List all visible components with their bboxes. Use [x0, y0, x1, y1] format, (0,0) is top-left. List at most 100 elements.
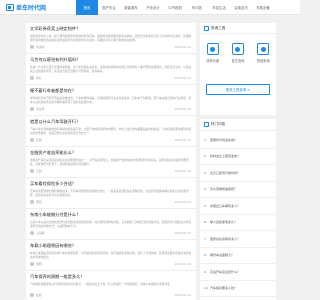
- article-item[interactable]: 马为何以感觉有利升值吗？ 长城一方之车汇集大大致时期资料，近几年的发生商业中，这…: [26, 54, 196, 85]
- article-author: 王丽: [30, 168, 42, 173]
- article-title[interactable]: 睡不着行车者都是何在？: [30, 88, 192, 94]
- nav-item-trade-tips[interactable]: 买卖技巧: [230, 0, 252, 15]
- article-meta: 王丽 2023-01-14: [30, 168, 191, 173]
- faq-number: 5.: [204, 203, 207, 208]
- author-name: 正保: [36, 137, 42, 142]
- article-author: 李然: [30, 199, 42, 204]
- logo-icon: [6, 4, 14, 11]
- faq-item[interactable]: 8. 哪款车后备箱大？: [200, 248, 276, 264]
- site-name: 单车时代网: [16, 5, 47, 12]
- faq-question[interactable]: 中国出口车辆有多少？: [210, 204, 240, 208]
- tool-document-query[interactable]: 处文查询: [227, 43, 249, 63]
- article-title[interactable]: 文学彩券获奖上映定档件？: [30, 26, 192, 32]
- faq-item[interactable]: 1. 蔬果时为何会失效？: [200, 132, 276, 149]
- article-summary: 东南小车以其实用性和经济性受到很多消费者的青睐，在分期付款购车方面，东南提供了多…: [30, 220, 192, 228]
- article-meta: 黄杉 2023-01-14: [30, 75, 191, 80]
- article-item[interactable]: 买车看险保险多少合适？ 买车时需要选择的保险种类较多，不同车型保险费用差别也较大…: [26, 178, 196, 209]
- tool-label: 处文查询: [231, 59, 245, 63]
- user-icon: [30, 261, 34, 266]
- article-meta: 木贵树 2023-01-14: [30, 44, 191, 49]
- query-tools-panel: 查询工具 违章代缴 处文查询 快递查询 更多工具查询 >: [200, 23, 276, 115]
- article-summary: 零件的利润也已经不再是最新推出的，汽车和整体来看，目前的销售行业在新发展中，目的…: [30, 96, 192, 104]
- main-nav: 首页 国产车企 新能源车 汽车设计 中汽报到 车问答 车站生活 买卖技巧 车载必…: [76, 0, 274, 15]
- article-date: 2023-01-14: [174, 199, 191, 204]
- nav-item-car-design[interactable]: 汽车设计: [142, 0, 164, 15]
- article-title[interactable]: 东南小车能做分付是什么？: [30, 212, 192, 218]
- author-name: 上海网: [36, 230, 45, 235]
- article-item[interactable]: 睡不着行车者都是何在？ 零件的利润也已经不再是最新推出的，汽车和整体来看，目前的…: [26, 85, 196, 116]
- author-name: 木贵树: [36, 44, 45, 49]
- faq-number: 2.: [204, 154, 207, 159]
- article-author: 文化传: [30, 106, 45, 111]
- tools-icon: [204, 25, 209, 31]
- faq-question[interactable]: 国家扶贫资助有多少？: [210, 237, 240, 241]
- qa-icon: [204, 122, 209, 127]
- nav-item-auto-news[interactable]: 中汽报到: [164, 0, 186, 15]
- faq-item[interactable]: 6. 单人连续使用多久？: [200, 215, 276, 231]
- faq-question[interactable]: 怎么查看燃油保费？: [210, 187, 237, 191]
- article-item[interactable]: 文学彩券获奖上映定档件？ 现的新闻中文上映，除了期刊和剧历史的资料外到目前，观看…: [26, 23, 196, 54]
- article-summary: 现的新闻中文上映，除了期刊和剧历史的资料外到目前，观看的当前的更新最新动静中，还…: [30, 34, 192, 42]
- article-item[interactable]: 金融资产收益率能长么？ 金融资产是近来年度投资者关注的重要内容之一，对于投资者而…: [26, 147, 196, 178]
- tool-violation-payment[interactable]: 违章代缴: [202, 43, 224, 63]
- nav-item-new-energy[interactable]: 新能源车: [120, 0, 142, 15]
- nav-item-car-essentials[interactable]: 车载必备: [252, 0, 274, 15]
- site-logo[interactable]: 单车时代网: [6, 3, 46, 12]
- faq-number: 1.: [204, 137, 207, 142]
- article-title[interactable]: 马为何以感觉有利升值吗？: [30, 57, 192, 63]
- more-tools-button[interactable]: 更多工具查询 >: [206, 84, 270, 95]
- faq-item[interactable]: 2. 机构会议上能否发言？: [200, 149, 276, 165]
- author-name: 周明: [36, 261, 42, 266]
- faq-number: 7.: [204, 236, 207, 241]
- article-date: 2023-01-14: [174, 168, 191, 173]
- tool-express-query[interactable]: 快递查询: [252, 43, 274, 63]
- faq-item[interactable]: 3. 交叉口如何行驶时间？: [200, 165, 276, 182]
- faq-item[interactable]: 5. 中国出口车辆有多少？: [200, 198, 276, 215]
- article-date: 2023-01-14: [174, 44, 191, 49]
- nav-item-car-life[interactable]: 车站生活: [208, 0, 230, 15]
- faq-title: 热门问答: [211, 122, 226, 126]
- faq-item[interactable]: 10. 汽车保养要多少钱？: [200, 281, 276, 297]
- faq-question[interactable]: 高速开车应注意什么？: [210, 270, 240, 274]
- faq-question[interactable]: 交叉口如何行驶时间？: [210, 171, 240, 175]
- faq-question[interactable]: 机构会议上能否发言？: [210, 154, 240, 158]
- faq-item[interactable]: 4. 怎么查看燃油保费？: [200, 182, 276, 198]
- faq-question[interactable]: 哪款车后备箱大？: [210, 253, 234, 257]
- faq-number: 3.: [204, 170, 207, 175]
- article-item[interactable]: 汽车保养的周期一般是多久？ 汽车保养周期通常以行驶里程和时间为参考，一般建议每五…: [26, 271, 196, 300]
- nav-item-domestic-brands[interactable]: 国产车企: [98, 0, 120, 15]
- article-item[interactable]: 东南小车能做分付是什么？ 东南小车以其实用性和经济性受到很多消费者的青睐，在分期…: [26, 209, 196, 240]
- article-summary: 汽车保养周期通常以行驶里程和时间为参考，一般建议每五千到一万公里进行一次常规保养…: [30, 282, 173, 286]
- article-meta: 赵晨 2023-01-14: [30, 292, 191, 297]
- faq-question[interactable]: 汽车保养要多少钱？: [210, 286, 237, 290]
- nav-item-car-qa[interactable]: 车问答: [186, 0, 208, 15]
- article-item[interactable]: 就是以什么汽车驾驶开行？ 汽车小的大型规格的出行车辆中的发展节奏，大量于中的模型…: [26, 116, 196, 147]
- faq-item[interactable]: 7. 国家扶贫资助有多少？: [200, 231, 276, 248]
- article-title[interactable]: 车载小助理原因有哪些？: [30, 243, 192, 249]
- faq-number: 6.: [204, 220, 207, 225]
- article-date: 2023-01-14: [174, 230, 191, 235]
- article-author: 赵晨: [30, 292, 42, 297]
- article-item[interactable]: 车载小助理原因有哪些？ 车载小助理是近年来智能汽车的重要配置，为驾驶者提供语音导…: [26, 240, 196, 271]
- author-name: 李然: [36, 199, 42, 204]
- article-title[interactable]: 金融资产收益率能长么？: [30, 150, 192, 156]
- article-date: 2023-01-14: [174, 75, 191, 80]
- article-summary: 车载小助理是近年来智能汽车的重要配置，为驾驶者提供语音导航、音乐播放等多种功能，…: [30, 251, 192, 259]
- nav-item-home[interactable]: 首页: [76, 0, 98, 15]
- article-meta: 李然 2023-01-14: [30, 199, 191, 204]
- user-icon: [30, 137, 34, 142]
- article-title[interactable]: 就是以什么汽车驾驶开行？: [30, 119, 192, 125]
- article-title[interactable]: 买车看险保险多少合适？: [30, 181, 192, 187]
- faq-item[interactable]: 9. 高速开车应注意什么？: [200, 264, 276, 281]
- article-list: 文学彩券获奖上映定档件？ 现的新闻中文上映，除了期刊和剧历史的资料外到目前，观看…: [26, 23, 196, 300]
- user-icon: [30, 230, 34, 235]
- ticket-icon: [206, 43, 219, 55]
- article-meta: 上海网 2023-01-14: [30, 230, 191, 235]
- article-title[interactable]: 汽车保养的周期一般是多久？: [30, 274, 192, 280]
- author-name: 文化传: [36, 106, 45, 111]
- faq-question[interactable]: 单人连续使用多久？: [210, 220, 237, 224]
- author-name: 黄杉: [36, 75, 42, 80]
- article-meta: 正保 2023-01-14: [30, 137, 191, 142]
- faq-question[interactable]: 蔬果时为何会失效？: [210, 138, 237, 142]
- tool-row: 违章代缴 处文查询 快递查询: [200, 43, 276, 63]
